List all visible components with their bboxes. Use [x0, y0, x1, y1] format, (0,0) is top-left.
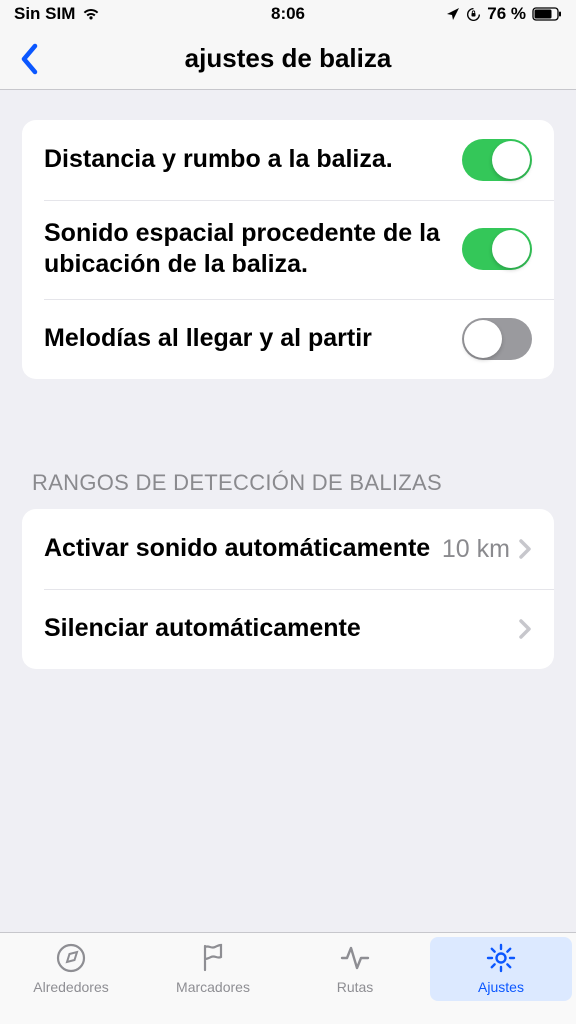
tab-label: Marcadores: [176, 979, 250, 995]
status-bar: Sin SIM 8:06 76 %: [0, 0, 576, 28]
tab-label: Ajustes: [478, 979, 524, 995]
compass-icon: [55, 941, 87, 975]
tab-label: Rutas: [337, 979, 374, 995]
tab-markers[interactable]: Marcadores: [142, 941, 284, 995]
tab-settings[interactable]: Ajustes: [430, 937, 572, 1001]
toggle-spatial-sound[interactable]: [462, 228, 532, 270]
row-distance-bearing: Distancia y rumbo a la baliza.: [22, 120, 554, 200]
section-toggles: Distancia y rumbo a la baliza. Sonido es…: [22, 120, 554, 379]
toggle-distance-bearing[interactable]: [462, 139, 532, 181]
battery-icon: [532, 7, 562, 21]
nav-header: ajustes de baliza: [0, 28, 576, 90]
carrier-text: Sin SIM: [14, 4, 75, 24]
section-header-ranges: RANGOS DE DETECCIÓN DE BALIZAS: [32, 469, 544, 498]
wifi-icon: [81, 7, 101, 21]
orientation-lock-icon: [466, 7, 481, 22]
row-value: 10 km: [442, 535, 510, 564]
chevron-right-icon: [518, 538, 532, 560]
spacer: [0, 379, 576, 439]
row-label: Activar sonido automáticamente: [44, 533, 442, 564]
status-left: Sin SIM: [14, 4, 101, 24]
chevron-left-icon: [19, 42, 41, 76]
row-melodies: Melodías al llegar y al partir: [22, 299, 554, 379]
group-toggles: Distancia y rumbo a la baliza. Sonido es…: [22, 120, 554, 379]
tab-routes[interactable]: Rutas: [284, 941, 426, 995]
switch-knob: [492, 230, 530, 268]
status-time: 8:06: [271, 4, 305, 24]
battery-text: 76 %: [487, 4, 526, 24]
activity-icon: [339, 941, 371, 975]
content-scroll[interactable]: Distancia y rumbo a la baliza. Sonido es…: [0, 90, 576, 932]
tab-label: Alrededores: [33, 979, 109, 995]
row-label: Silenciar automáticamente: [44, 613, 510, 644]
row-auto-mute[interactable]: Silenciar automáticamente: [22, 589, 554, 669]
row-auto-activate-sound[interactable]: Activar sonido automáticamente 10 km: [22, 509, 554, 589]
toggle-melodies[interactable]: [462, 318, 532, 360]
status-right: 76 %: [446, 4, 562, 24]
switch-knob: [464, 320, 502, 358]
gear-icon: [485, 941, 517, 975]
tab-surroundings[interactable]: Alrededores: [0, 941, 142, 995]
back-button[interactable]: [8, 37, 52, 81]
group-ranges: Activar sonido automáticamente 10 km Sil…: [22, 509, 554, 669]
switch-knob: [492, 141, 530, 179]
location-icon: [446, 7, 460, 21]
flag-icon: [197, 941, 229, 975]
row-spatial-sound: Sonido espacial procedente de la ubicaci…: [22, 200, 554, 299]
row-label: Melodías al llegar y al partir: [44, 323, 462, 354]
chevron-right-icon: [518, 618, 532, 640]
page-title: ajustes de baliza: [185, 43, 392, 74]
section-ranges: RANGOS DE DETECCIÓN DE BALIZAS Activar s…: [22, 469, 554, 670]
row-label: Distancia y rumbo a la baliza.: [44, 144, 462, 175]
tab-bar: Alrededores Marcadores Rutas Ajustes: [0, 932, 576, 1024]
row-label: Sonido espacial procedente de la ubicaci…: [44, 218, 462, 281]
